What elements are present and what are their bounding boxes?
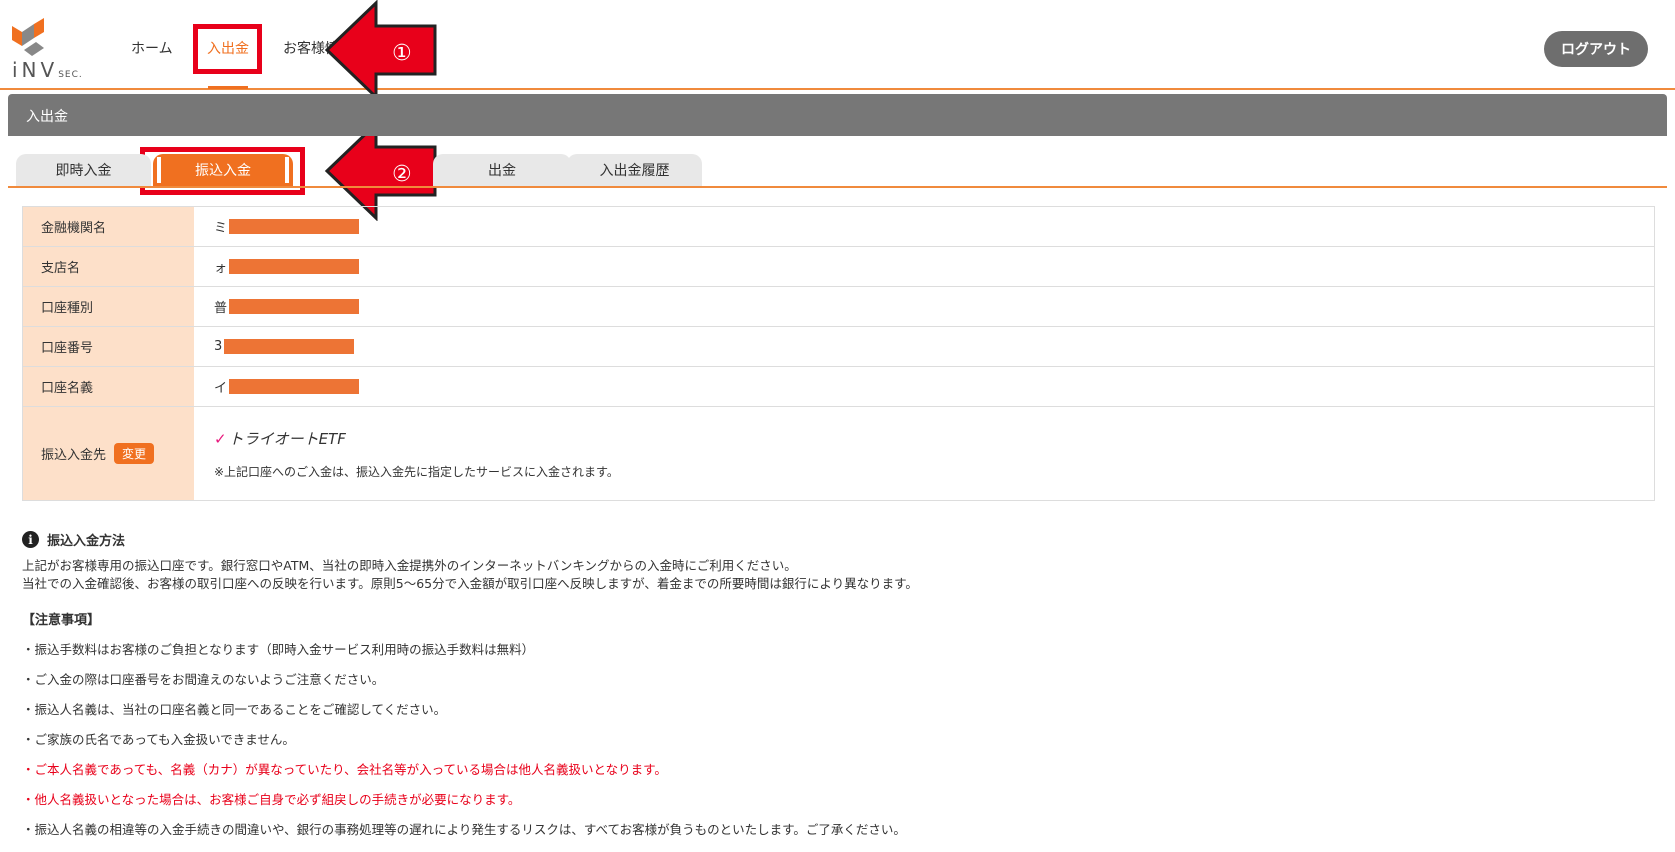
- logo-mark-icon: [12, 18, 44, 56]
- table-row: 口座名義 イ: [23, 367, 1654, 407]
- redaction-mask: [229, 299, 360, 314]
- row-value: ミ: [194, 207, 1654, 246]
- list-item: ・振込人名義は、当社の口座名義と同一であることをご確認してください。: [22, 702, 447, 717]
- row-value: イ: [194, 367, 1654, 406]
- table-row: 口座番号 3: [23, 327, 1654, 367]
- redaction-mask: [224, 339, 355, 354]
- notice-title: 【注意事項】: [22, 613, 101, 628]
- logout-button[interactable]: ログアウト: [1544, 31, 1648, 67]
- info-icon: i: [22, 531, 39, 548]
- section-title: 入出金: [8, 94, 1667, 136]
- row-label: 口座番号: [23, 327, 194, 366]
- redaction-mask: [229, 379, 360, 394]
- service-logo: ✓ トライオートETF: [214, 429, 346, 448]
- row-label: 金融機関名: [23, 207, 194, 246]
- row-value: 3: [194, 327, 1654, 366]
- table-row-destination: 振込入金先 変更 ✓ トライオートETF ※上記口座へのご入金は、振込入金先に指定…: [23, 407, 1654, 500]
- transfer-method-section: i 振込入金方法 上記がお客様専用の振込口座です。銀行窓口やATM、当社の即時入…: [22, 530, 1662, 838]
- list-item: ・振込人名義の相違等の入金手続きの間違いや、銀行の事務処理等の遅れにより発生する…: [22, 822, 906, 837]
- tab-bar: 即時入金 振込入金 出金 入出金履歴: [8, 136, 1667, 188]
- list-item: ・ご入金の際は口座番号をお間違えのないようご注意ください。: [22, 672, 385, 687]
- row-label: 口座種別: [23, 287, 194, 326]
- row-label: 支店名: [23, 247, 194, 286]
- list-item: ・ご家族の氏名であっても入金扱いできません。: [22, 732, 295, 747]
- nav-home[interactable]: ホーム: [131, 38, 173, 58]
- destination-label: 振込入金先: [41, 448, 107, 463]
- logo-text: iNVSEC.: [12, 58, 83, 82]
- row-label: 口座名義: [23, 367, 194, 406]
- list-item-warning: ・ご本人名義であっても、名義（カナ）が異なっていたり、会社名等が入っている場合は…: [22, 762, 667, 777]
- list-item: ・振込手数料はお客様のご負担となります（即時入金サービス利用時の振込手数料は無料…: [22, 642, 535, 657]
- tab-instant-deposit[interactable]: 即時入金: [16, 154, 151, 186]
- table-row: 金融機関名 ミ: [23, 207, 1654, 247]
- tab-history[interactable]: 入出金履歴: [567, 154, 702, 186]
- destination-value: ✓ トライオートETF ※上記口座へのご入金は、振込入金先に指定したサービスに入金…: [194, 407, 1654, 500]
- row-value: ォ: [194, 247, 1654, 286]
- redaction-mask: [229, 219, 360, 234]
- row-value: 普: [194, 287, 1654, 326]
- highlight-box-nav: [193, 24, 262, 74]
- marker-1: ①: [392, 41, 412, 66]
- tab-transfer-deposit[interactable]: 振込入金: [153, 154, 293, 186]
- redaction-mask: [229, 259, 360, 274]
- list-item-warning: ・他人名義扱いとなった場合は、お客様ご自身で必ず組戻しの手続きが必要になります。: [22, 792, 521, 807]
- table-row: 支店名 ォ: [23, 247, 1654, 287]
- change-destination-button[interactable]: 変更: [114, 443, 155, 464]
- row-label: 振込入金先 変更: [23, 407, 194, 500]
- tab-withdrawal[interactable]: 出金: [433, 154, 571, 186]
- nav-active-indicator: [208, 86, 248, 89]
- destination-note: ※上記口座へのご入金は、振込入金先に指定したサービスに入金されます。: [214, 464, 619, 479]
- table-row: 口座種別 普: [23, 287, 1654, 327]
- method-title: i 振込入金方法: [22, 530, 1662, 549]
- account-info-table: 金融機関名 ミ 支店名 ォ 口座種別 普 口座番号 3 口座名義 イ 振込入金先…: [22, 206, 1655, 501]
- method-description: 上記がお客様専用の振込口座です。銀行窓口やATM、当社の即時入金提携外のインター…: [22, 558, 918, 591]
- check-icon: ✓: [214, 429, 227, 448]
- arrow-1-icon: ①: [324, 0, 437, 100]
